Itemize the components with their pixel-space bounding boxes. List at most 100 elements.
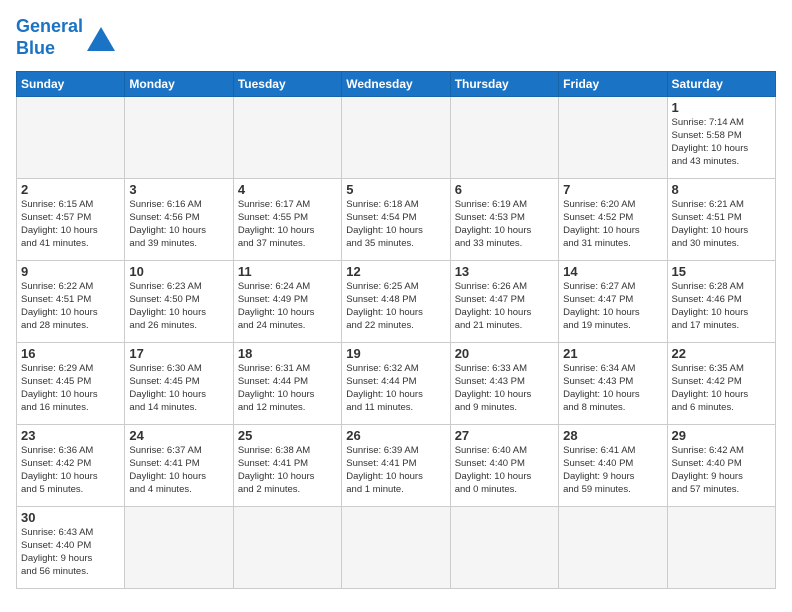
day-number: 19 <box>346 346 445 361</box>
day-info: Sunrise: 6:31 AM Sunset: 4:44 PM Dayligh… <box>238 363 337 414</box>
calendar-cell: 17 Sunrise: 6:30 AM Sunset: 4:45 PM Dayli… <box>125 343 233 425</box>
day-info: Sunrise: 6:43 AM Sunset: 4:40 PM Dayligh… <box>21 527 120 578</box>
calendar-cell <box>450 97 558 179</box>
logo-icon <box>87 27 115 51</box>
calendar-cell: 29 Sunrise: 6:42 AM Sunset: 4:40 PM Dayli… <box>667 425 775 507</box>
calendar-cell: 11Sunrise: 6:24 AM Sunset: 4:49 PM Dayli… <box>233 261 341 343</box>
calendar-cell: 2 Sunrise: 6:15 AM Sunset: 4:57 PM Daylig… <box>17 179 125 261</box>
calendar-cell <box>233 507 341 589</box>
weekday-header-wednesday: Wednesday <box>342 72 450 97</box>
calendar-cell: 7 Sunrise: 6:20 AM Sunset: 4:52 PM Daylig… <box>559 179 667 261</box>
day-info: Sunrise: 6:38 AM Sunset: 4:41 PM Dayligh… <box>238 445 337 496</box>
day-number: 12 <box>346 264 445 279</box>
calendar-cell <box>125 97 233 179</box>
calendar-cell: 30 Sunrise: 6:43 AM Sunset: 4:40 PM Dayli… <box>17 507 125 589</box>
day-number: 25 <box>238 428 337 443</box>
calendar-cell: 1 Sunrise: 7:14 AM Sunset: 5:58 PM Daylig… <box>667 97 775 179</box>
day-number: 3 <box>129 182 228 197</box>
calendar-cell <box>17 97 125 179</box>
calendar-cell: 27Sunrise: 6:40 AM Sunset: 4:40 PM Dayli… <box>450 425 558 507</box>
day-info: Sunrise: 7:14 AM Sunset: 5:58 PM Dayligh… <box>672 117 771 168</box>
day-number: 18 <box>238 346 337 361</box>
day-number: 30 <box>21 510 120 525</box>
calendar-cell: 21 Sunrise: 6:34 AM Sunset: 4:43 PM Dayli… <box>559 343 667 425</box>
calendar-cell <box>559 97 667 179</box>
calendar-cell: 4 Sunrise: 6:17 AM Sunset: 4:55 PM Daylig… <box>233 179 341 261</box>
day-number: 1 <box>672 100 771 115</box>
day-number: 11 <box>238 264 337 279</box>
day-info: Sunrise: 6:20 AM Sunset: 4:52 PM Dayligh… <box>563 199 662 250</box>
calendar-cell: 19 Sunrise: 6:32 AM Sunset: 4:44 PM Dayli… <box>342 343 450 425</box>
day-number: 29 <box>672 428 771 443</box>
calendar-cell: 26Sunrise: 6:39 AM Sunset: 4:41 PM Dayli… <box>342 425 450 507</box>
day-info: Sunrise: 6:30 AM Sunset: 4:45 PM Dayligh… <box>129 363 228 414</box>
weekday-header-monday: Monday <box>125 72 233 97</box>
calendar-cell: 16Sunrise: 6:29 AM Sunset: 4:45 PM Dayli… <box>17 343 125 425</box>
day-number: 2 <box>21 182 120 197</box>
logo: GeneralBlue <box>16 16 115 59</box>
day-number: 24 <box>129 428 228 443</box>
calendar-cell: 22 Sunrise: 6:35 AM Sunset: 4:42 PM Dayli… <box>667 343 775 425</box>
calendar-cell <box>667 507 775 589</box>
day-info: Sunrise: 6:16 AM Sunset: 4:56 PM Dayligh… <box>129 199 228 250</box>
calendar-cell: 14Sunrise: 6:27 AM Sunset: 4:47 PM Dayli… <box>559 261 667 343</box>
day-info: Sunrise: 6:17 AM Sunset: 4:55 PM Dayligh… <box>238 199 337 250</box>
day-info: Sunrise: 6:21 AM Sunset: 4:51 PM Dayligh… <box>672 199 771 250</box>
day-info: Sunrise: 6:19 AM Sunset: 4:53 PM Dayligh… <box>455 199 554 250</box>
day-info: Sunrise: 6:26 AM Sunset: 4:47 PM Dayligh… <box>455 281 554 332</box>
weekday-header-friday: Friday <box>559 72 667 97</box>
calendar-cell: 15Sunrise: 6:28 AM Sunset: 4:46 PM Dayli… <box>667 261 775 343</box>
day-number: 8 <box>672 182 771 197</box>
weekday-header-thursday: Thursday <box>450 72 558 97</box>
calendar-week-5: 30 Sunrise: 6:43 AM Sunset: 4:40 PM Dayli… <box>17 507 776 589</box>
day-info: Sunrise: 6:32 AM Sunset: 4:44 PM Dayligh… <box>346 363 445 414</box>
day-info: Sunrise: 6:25 AM Sunset: 4:48 PM Dayligh… <box>346 281 445 332</box>
day-info: Sunrise: 6:18 AM Sunset: 4:54 PM Dayligh… <box>346 199 445 250</box>
calendar-cell <box>559 507 667 589</box>
calendar-cell <box>450 507 558 589</box>
calendar-cell: 13 Sunrise: 6:26 AM Sunset: 4:47 PM Dayli… <box>450 261 558 343</box>
day-info: Sunrise: 6:34 AM Sunset: 4:43 PM Dayligh… <box>563 363 662 414</box>
day-number: 13 <box>455 264 554 279</box>
day-info: Sunrise: 6:41 AM Sunset: 4:40 PM Dayligh… <box>563 445 662 496</box>
calendar-cell: 3 Sunrise: 6:16 AM Sunset: 4:56 PM Daylig… <box>125 179 233 261</box>
day-number: 26 <box>346 428 445 443</box>
page-header: GeneralBlue <box>16 16 776 59</box>
calendar-week-4: 23 Sunrise: 6:36 AM Sunset: 4:42 PM Dayli… <box>17 425 776 507</box>
day-number: 16 <box>21 346 120 361</box>
day-number: 20 <box>455 346 554 361</box>
calendar-cell: 23 Sunrise: 6:36 AM Sunset: 4:42 PM Dayli… <box>17 425 125 507</box>
day-number: 6 <box>455 182 554 197</box>
logo-text: GeneralBlue <box>16 16 83 59</box>
calendar-cell: 5 Sunrise: 6:18 AM Sunset: 4:54 PM Daylig… <box>342 179 450 261</box>
day-number: 23 <box>21 428 120 443</box>
calendar-cell: 8 Sunrise: 6:21 AM Sunset: 4:51 PM Daylig… <box>667 179 775 261</box>
day-info: Sunrise: 6:37 AM Sunset: 4:41 PM Dayligh… <box>129 445 228 496</box>
weekday-header-sunday: Sunday <box>17 72 125 97</box>
calendar-cell <box>125 507 233 589</box>
day-number: 17 <box>129 346 228 361</box>
day-info: Sunrise: 6:15 AM Sunset: 4:57 PM Dayligh… <box>21 199 120 250</box>
calendar-cell: 12 Sunrise: 6:25 AM Sunset: 4:48 PM Dayli… <box>342 261 450 343</box>
day-number: 21 <box>563 346 662 361</box>
weekday-header-saturday: Saturday <box>667 72 775 97</box>
calendar-cell: 18 Sunrise: 6:31 AM Sunset: 4:44 PM Dayli… <box>233 343 341 425</box>
day-number: 4 <box>238 182 337 197</box>
calendar-cell: 6 Sunrise: 6:19 AM Sunset: 4:53 PM Daylig… <box>450 179 558 261</box>
day-info: Sunrise: 6:40 AM Sunset: 4:40 PM Dayligh… <box>455 445 554 496</box>
calendar-week-2: 9Sunrise: 6:22 AM Sunset: 4:51 PM Daylig… <box>17 261 776 343</box>
calendar-cell <box>342 507 450 589</box>
day-number: 7 <box>563 182 662 197</box>
day-number: 5 <box>346 182 445 197</box>
day-info: Sunrise: 6:35 AM Sunset: 4:42 PM Dayligh… <box>672 363 771 414</box>
day-number: 15 <box>672 264 771 279</box>
day-info: Sunrise: 6:42 AM Sunset: 4:40 PM Dayligh… <box>672 445 771 496</box>
day-number: 9 <box>21 264 120 279</box>
day-info: Sunrise: 6:36 AM Sunset: 4:42 PM Dayligh… <box>21 445 120 496</box>
day-number: 28 <box>563 428 662 443</box>
calendar-week-3: 16Sunrise: 6:29 AM Sunset: 4:45 PM Dayli… <box>17 343 776 425</box>
day-number: 14 <box>563 264 662 279</box>
calendar-cell <box>233 97 341 179</box>
day-number: 22 <box>672 346 771 361</box>
day-info: Sunrise: 6:33 AM Sunset: 4:43 PM Dayligh… <box>455 363 554 414</box>
